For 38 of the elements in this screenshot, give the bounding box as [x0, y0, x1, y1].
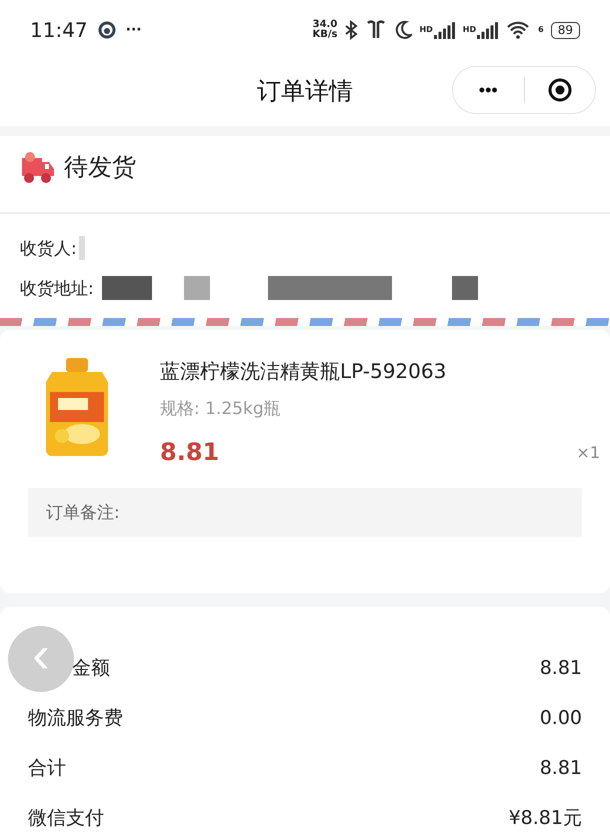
- address-label: 收货地址:: [20, 278, 94, 300]
- moon-icon: [394, 20, 412, 40]
- wifi-icon: [506, 21, 530, 39]
- product-price: 8.81: [160, 438, 220, 466]
- product-spec: 规格: 1.25kg瓶: [160, 398, 282, 420]
- truck-icon: [20, 150, 56, 184]
- bluetooth-icon: [344, 20, 358, 40]
- summary-label: 物流服务费: [28, 706, 123, 731]
- more-notifications: ···: [126, 23, 142, 37]
- order-note-field[interactable]: 订单备注:: [28, 488, 582, 537]
- summary-value: 8.81: [540, 757, 582, 779]
- product-name: 蓝漂柠檬洗洁精黄瓶LP-592063: [160, 358, 448, 385]
- target-icon: [546, 77, 573, 103]
- hd-label: HD: [462, 26, 476, 34]
- network-speed: 34.0 KB/s: [312, 20, 338, 40]
- clock-time: 11:47: [30, 18, 88, 42]
- earbuds-icon: [365, 20, 388, 40]
- signal-icon: [434, 21, 456, 39]
- redaction-mark: [78, 236, 85, 260]
- order-status: 待发货: [64, 152, 136, 183]
- redaction-mark: [102, 276, 152, 300]
- summary-label: 微信支付: [28, 806, 104, 831]
- battery-level: 89: [550, 22, 580, 38]
- signal-icon: [477, 21, 500, 39]
- summary-value: ¥8.81元: [508, 806, 582, 831]
- redaction-mark: [452, 276, 478, 300]
- wifi-label: 6: [538, 26, 544, 34]
- more-button[interactable]: •••: [453, 67, 524, 113]
- summary-label: 金额: [72, 656, 110, 681]
- receiver-label: 收货人:: [20, 238, 77, 260]
- summary-value: 8.81: [540, 657, 582, 679]
- page-title: 订单详情: [257, 76, 353, 107]
- summary-value: 0.00: [540, 707, 582, 729]
- product-quantity: ×1: [576, 442, 600, 462]
- app-notification-icon: [98, 21, 116, 39]
- redaction-mark: [184, 276, 210, 300]
- summary-label: 合计: [28, 756, 66, 781]
- hd-label: HD: [419, 26, 433, 34]
